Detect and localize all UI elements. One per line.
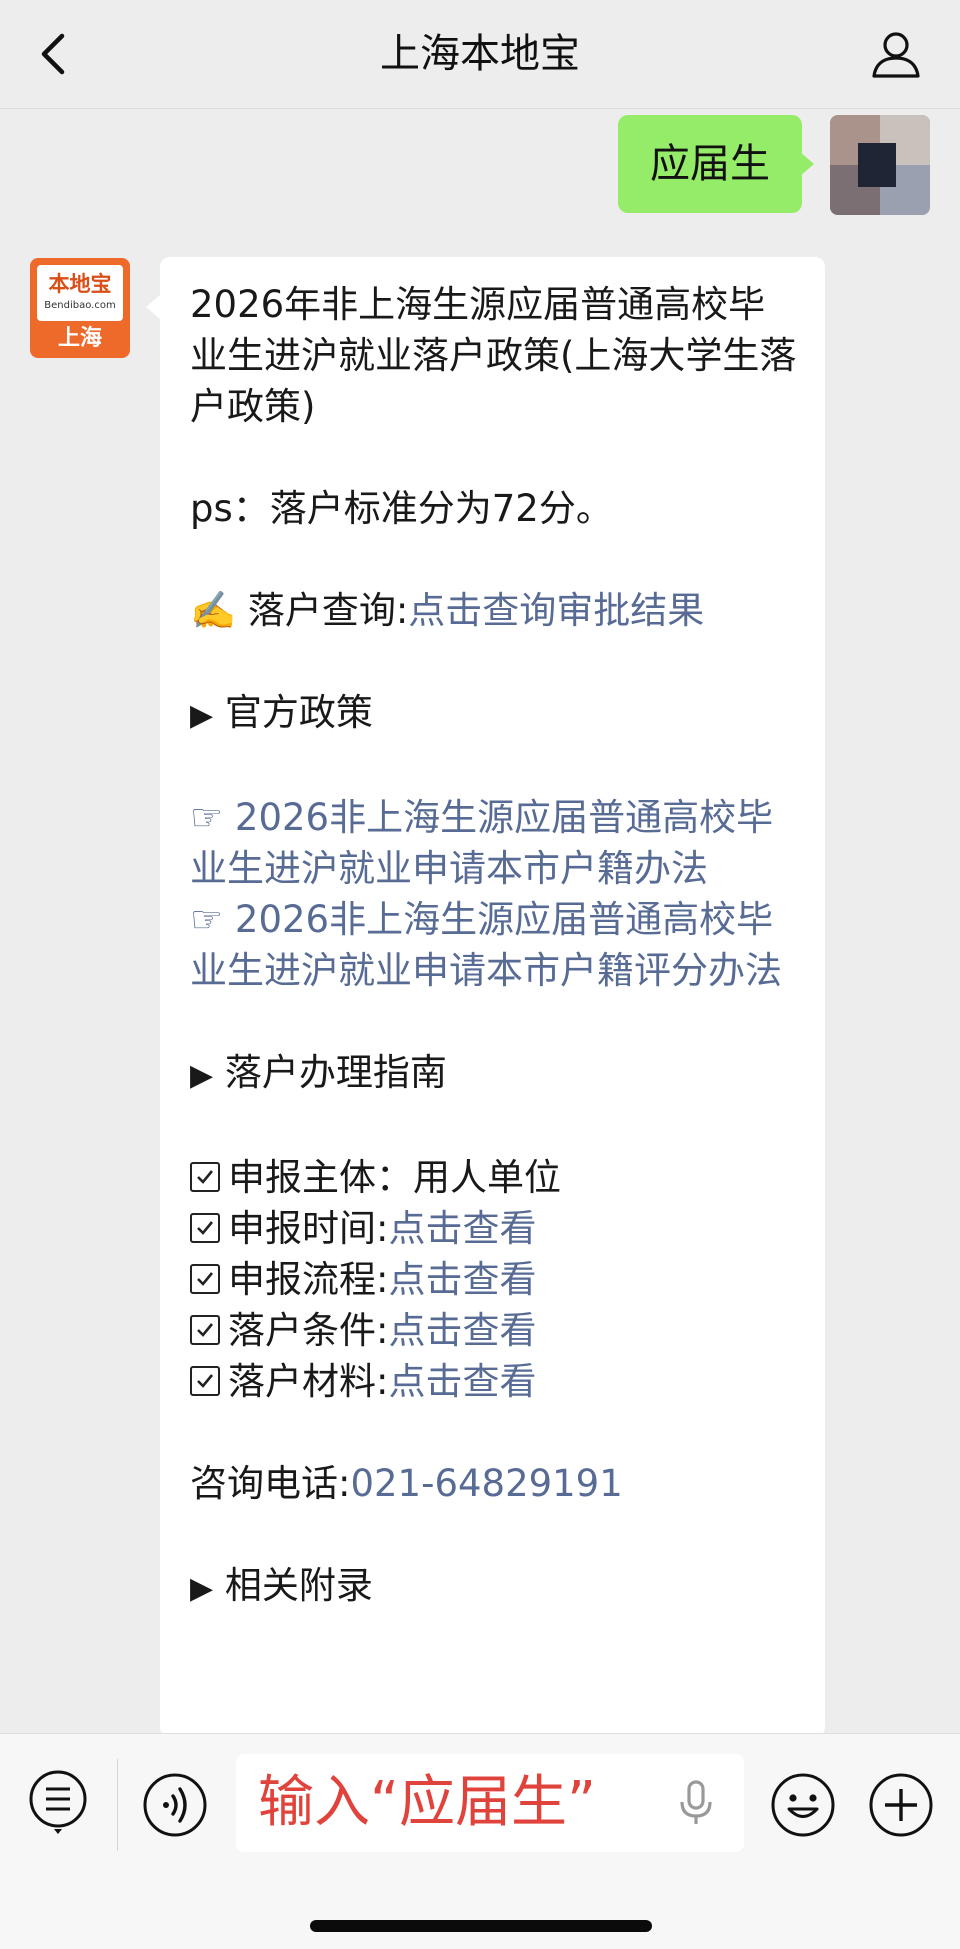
sent-message-bubble[interactable]: 应届生: [618, 115, 802, 213]
bot-avatar[interactable]: 本地宝 Bendibao.com 上海: [30, 258, 130, 358]
checklist-link[interactable]: 点击查看: [388, 1309, 536, 1352]
policy-link-scoring[interactable]: ☞ 2026非上海生源应届普通高校毕业生进沪就业申请本市户籍评分办法: [190, 894, 800, 996]
triangle-right-icon: ▶: [190, 1571, 214, 1606]
checklist-item: 申报流程:点击查看: [190, 1254, 800, 1305]
plus-icon[interactable]: [868, 1772, 934, 1842]
checklist-item: 落户材料:点击查看: [190, 1356, 800, 1407]
query-result-link[interactable]: 点击查询审批结果: [408, 589, 704, 632]
section-appendix: ▶ 相关附录: [190, 1564, 373, 1607]
section-official-policy: ▶ 官方政策: [190, 691, 373, 734]
microphone-icon[interactable]: [678, 1780, 714, 1830]
checklist-value: 用人单位: [413, 1156, 561, 1199]
menu-list-icon[interactable]: [28, 1769, 88, 1839]
triangle-right-icon: ▶: [190, 698, 214, 733]
checklist-link[interactable]: 点击查看: [388, 1360, 536, 1403]
reply-title: 2026年非上海生源应届普通高校毕业生进沪就业落户政策(上海大学生落户政策): [190, 283, 797, 428]
voice-icon[interactable]: [142, 1772, 208, 1842]
reply-bubble-tail: [146, 295, 160, 319]
query-line: ✍️ 落户查询:点击查询审批结果: [190, 585, 800, 636]
emoji-icon[interactable]: [770, 1772, 836, 1842]
input-text: 输入“应届生”: [258, 1770, 597, 1835]
phone-label: 咨询电话:: [190, 1462, 351, 1505]
checkbox-checked-icon: [190, 1162, 220, 1192]
divider: [117, 1759, 118, 1851]
policy-link-household[interactable]: ☞ 2026非上海生源应届普通高校毕业生进沪就业申请本市户籍办法: [190, 792, 800, 894]
checklist-link[interactable]: 点击查看: [388, 1258, 536, 1301]
checklist-item: 落户条件:点击查看: [190, 1305, 800, 1356]
ps-note: ps：落户标准分为72分。: [190, 487, 613, 530]
triangle-right-icon: ▶: [190, 1058, 214, 1093]
checkbox-checked-icon: [190, 1366, 220, 1396]
phone-line: 咨询电话:021-64829191: [190, 1458, 800, 1509]
message-input[interactable]: 输入“应届生”: [236, 1754, 744, 1852]
bendibao-logo: 本地宝 Bendibao.com: [37, 265, 123, 321]
top-nav-bar: 上海本地宝: [0, 0, 960, 109]
query-label: ✍️ 落户查询:: [190, 589, 409, 632]
checkbox-checked-icon: [190, 1315, 220, 1345]
chat-input-bar: 输入“应届生”: [0, 1733, 960, 1949]
user-avatar[interactable]: [830, 115, 930, 215]
reply-message-bubble: 2026年非上海生源应届普通高校毕业生进沪就业落户政策(上海大学生落户政策) p…: [160, 257, 825, 1737]
chat-title: 上海本地宝: [380, 31, 580, 77]
section-guide: ▶ 落户办理指南: [190, 1051, 447, 1094]
checklist-item: 申报主体：用人单位: [190, 1152, 800, 1203]
phone-link[interactable]: 021-64829191: [350, 1462, 622, 1505]
checkbox-checked-icon: [190, 1264, 220, 1294]
home-indicator[interactable]: [310, 1920, 652, 1932]
person-icon[interactable]: [870, 28, 922, 80]
checkbox-checked-icon: [190, 1213, 220, 1243]
checklist-item: 申报时间:点击查看: [190, 1203, 800, 1254]
checklist-link[interactable]: 点击查看: [388, 1207, 536, 1250]
sent-bubble-tail: [800, 152, 814, 176]
